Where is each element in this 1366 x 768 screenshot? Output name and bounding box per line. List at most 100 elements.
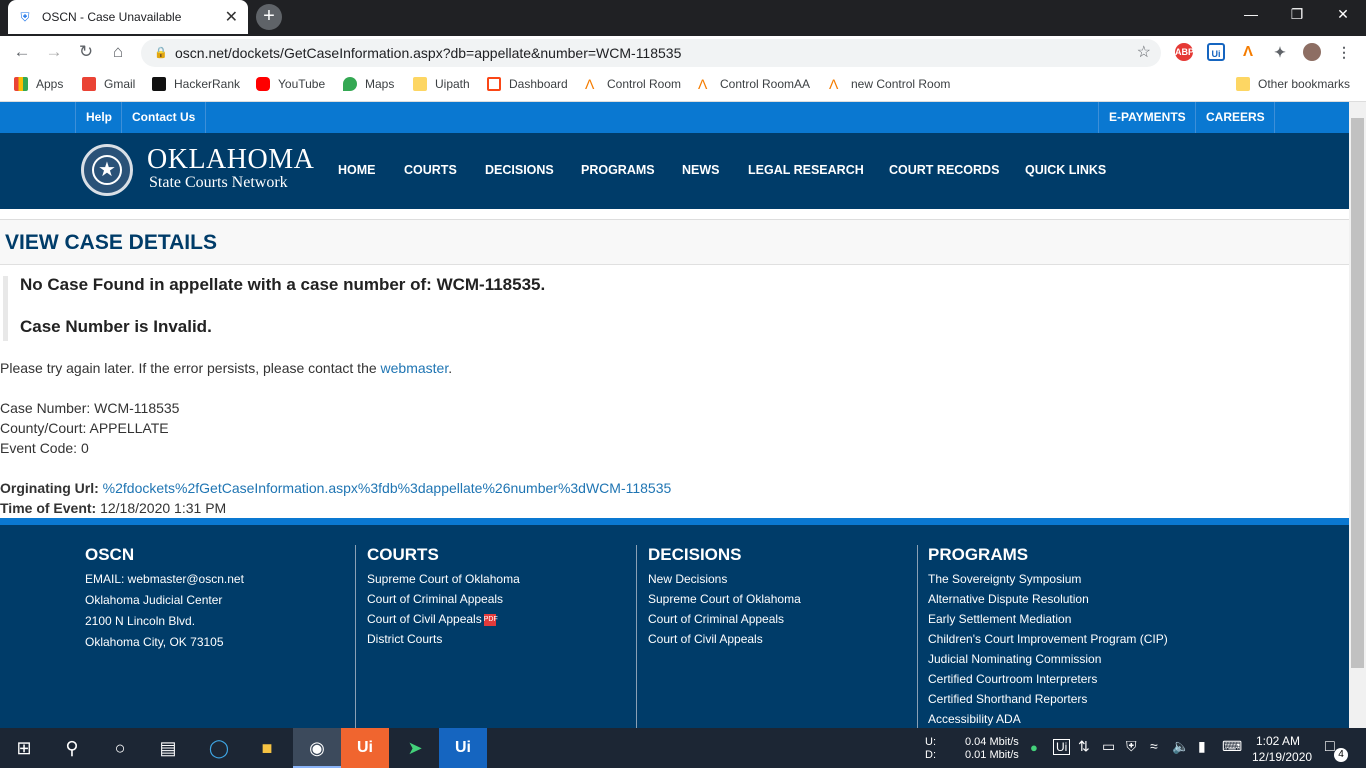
footer-link[interactable]: Supreme Court of Oklahoma xyxy=(367,569,520,589)
automation-anywhere-icon[interactable]: Λ xyxy=(1239,43,1257,61)
footer-link[interactable]: Court of Civil Appeals xyxy=(367,612,482,626)
star-icon: ★ xyxy=(92,155,122,185)
bookmark-maps[interactable]: Maps xyxy=(343,77,394,91)
bookmark-uipath[interactable]: Uipath xyxy=(413,77,470,91)
epayments-link[interactable]: E-PAYMENTS xyxy=(1098,102,1196,133)
close-tab-icon[interactable]: ✕ xyxy=(225,7,238,27)
battery-icon[interactable]: ▮ xyxy=(1198,738,1206,755)
oklahoma-seal-logo[interactable]: ★ xyxy=(81,144,133,196)
careers-link[interactable]: CAREERS xyxy=(1195,102,1275,133)
menu-kebab-icon[interactable]: ⋮ xyxy=(1335,43,1353,61)
bookmark-new-control-room[interactable]: Λnew Control Room xyxy=(829,77,950,91)
task-view-icon[interactable]: ▤ xyxy=(144,728,192,768)
uipath-robot-taskbar-icon[interactable]: Ui xyxy=(439,728,487,768)
nav-decisions[interactable]: DECISIONS xyxy=(485,163,554,177)
footer-link[interactable]: Early Settlement Mediation xyxy=(928,609,1168,629)
footer-divider xyxy=(355,545,356,728)
address-bar[interactable]: 🔒 oscn.net/dockets/GetCaseInformation.as… xyxy=(141,39,1161,67)
bookmark-youtube[interactable]: YouTube xyxy=(256,77,325,91)
reload-icon[interactable]: ↻ xyxy=(76,42,96,62)
clock-time[interactable]: 1:02 AM xyxy=(1256,734,1300,748)
back-icon[interactable]: ← xyxy=(12,42,32,62)
footer-link[interactable]: Court of Civil Appeals xyxy=(648,629,801,649)
footer-decisions-title: DECISIONS xyxy=(648,545,742,564)
nav-home[interactable]: HOME xyxy=(338,163,376,177)
footer-link[interactable]: Certified Courtroom Interpreters xyxy=(928,669,1168,689)
clock-date[interactable]: 12/19/2020 xyxy=(1252,750,1312,764)
windows-start-icon[interactable]: ⊞ xyxy=(0,728,48,768)
minimize-icon[interactable]: — xyxy=(1228,6,1274,22)
new-tab-button[interactable]: + xyxy=(256,4,282,30)
gmail-icon xyxy=(82,77,96,91)
network-activity-icon[interactable]: ⇅ xyxy=(1078,738,1090,755)
bookmark-control-room[interactable]: Λ Control Room xyxy=(585,77,681,91)
nav-news[interactable]: NEWS xyxy=(682,163,720,177)
nav-programs[interactable]: PROGRAMS xyxy=(581,163,655,177)
pdf-icon[interactable]: PDF xyxy=(483,613,498,626)
nav-legal-research[interactable]: LEGAL RESEARCH xyxy=(748,163,864,177)
home-icon[interactable]: ⌂ xyxy=(108,42,128,62)
bookmark-hackerrank[interactable]: HackerRank xyxy=(152,77,240,91)
footer-link[interactable]: The Sovereignty Symposium xyxy=(928,569,1168,589)
browser-tab[interactable]: ⛨ OSCN - Case Unavailable ✕ xyxy=(8,0,248,34)
profile-avatar[interactable] xyxy=(1303,43,1321,61)
footer-link[interactable]: Court of Criminal Appeals xyxy=(648,609,801,629)
search-icon[interactable]: ⚲ xyxy=(48,728,96,768)
footer-link[interactable]: Accessibility ADA xyxy=(928,709,1168,729)
security-shield-icon[interactable]: ⛨ xyxy=(1126,738,1137,755)
footer-link[interactable]: District Courts xyxy=(367,629,520,649)
footer-link[interactable]: Certified Shorthand Reporters xyxy=(928,689,1168,709)
nav-quick-links[interactable]: QUICK LINKS xyxy=(1025,163,1106,177)
display-icon[interactable]: ▭ xyxy=(1102,738,1115,755)
forward-icon[interactable]: → xyxy=(44,42,64,62)
download-label: D: xyxy=(925,749,936,761)
uipath-extension-icon[interactable]: Ui xyxy=(1207,43,1225,61)
bookmark-star-icon[interactable]: ☆ xyxy=(1137,39,1151,67)
footer-stripe xyxy=(0,518,1349,525)
footer-link[interactable]: Children's Court Improvement Program (CI… xyxy=(928,629,1168,649)
contact-us-link[interactable]: Contact Us xyxy=(121,102,207,133)
uipath-tray-icon[interactable]: Ui xyxy=(1053,739,1071,755)
footer-link[interactable]: New Decisions xyxy=(648,569,801,589)
other-bookmarks[interactable]: Other bookmarks xyxy=(1236,77,1350,91)
adblock-icon[interactable]: ABP xyxy=(1175,43,1194,61)
bookmark-label: Maps xyxy=(365,77,395,91)
restore-icon[interactable]: ❐ xyxy=(1274,6,1320,23)
wifi-icon[interactable]: ≈ xyxy=(1150,738,1158,754)
brand-title[interactable]: OKLAHOMA xyxy=(147,144,314,176)
footer-link[interactable]: Court of Criminal Appeals xyxy=(367,589,520,609)
close-window-icon[interactable]: ✕ xyxy=(1320,6,1366,23)
brand-subtitle[interactable]: State Courts Network xyxy=(149,174,288,192)
footer-link[interactable]: Supreme Court of Oklahoma xyxy=(648,589,801,609)
time-of-event-label: Time of Event: xyxy=(0,500,97,516)
originating-url-link[interactable]: %2fdockets%2fGetCaseInformation.aspx%3fd… xyxy=(103,480,672,496)
bookmark-label: Uipath xyxy=(435,77,470,91)
vpn-shield-icon[interactable]: ● xyxy=(1030,740,1038,755)
keyboard-icon[interactable]: ⌨ xyxy=(1222,738,1242,755)
nav-courts[interactable]: COURTS xyxy=(404,163,457,177)
error-message-period: . xyxy=(448,360,453,376)
extensions-puzzle-icon[interactable]: ✦ xyxy=(1271,43,1289,61)
browser-tab-bar: ⛨ OSCN - Case Unavailable ✕ + — ❐ ✕ xyxy=(0,0,1366,36)
bookmark-dashboard[interactable]: Dashboard xyxy=(487,77,568,91)
chrome-taskbar-icon[interactable]: ◉ xyxy=(293,728,341,768)
upload-speed: 0.04 Mbit/s xyxy=(965,736,1019,748)
bookmark-gmail[interactable]: Gmail xyxy=(82,77,135,91)
nav-court-records[interactable]: COURT RECORDS xyxy=(889,163,999,177)
help-link[interactable]: Help xyxy=(75,102,122,133)
footer-link[interactable]: Judicial Nominating Commission xyxy=(928,649,1168,669)
bookmark-control-roomaa[interactable]: Λ Control RoomAA xyxy=(698,77,810,91)
cortana-icon[interactable]: ○ xyxy=(96,728,144,768)
notification-count-badge: 4 xyxy=(1334,748,1348,762)
volume-icon[interactable]: 🔈 xyxy=(1172,738,1189,755)
edge-icon[interactable]: ◯ xyxy=(195,728,243,768)
page-scrollbar[interactable] xyxy=(1349,102,1366,728)
footer-link[interactable]: Alternative Dispute Resolution xyxy=(928,589,1168,609)
webmaster-link[interactable]: webmaster xyxy=(381,360,449,376)
error-message: Please try again later. If the error per… xyxy=(0,360,452,376)
telegram-icon[interactable]: ➤ xyxy=(391,728,439,768)
bookmark-apps[interactable]: Apps xyxy=(14,77,63,91)
uipath-studio-taskbar-icon[interactable]: Ui xyxy=(341,728,389,768)
scrollbar-thumb[interactable] xyxy=(1351,118,1364,668)
file-explorer-icon[interactable]: ■ xyxy=(243,728,291,768)
